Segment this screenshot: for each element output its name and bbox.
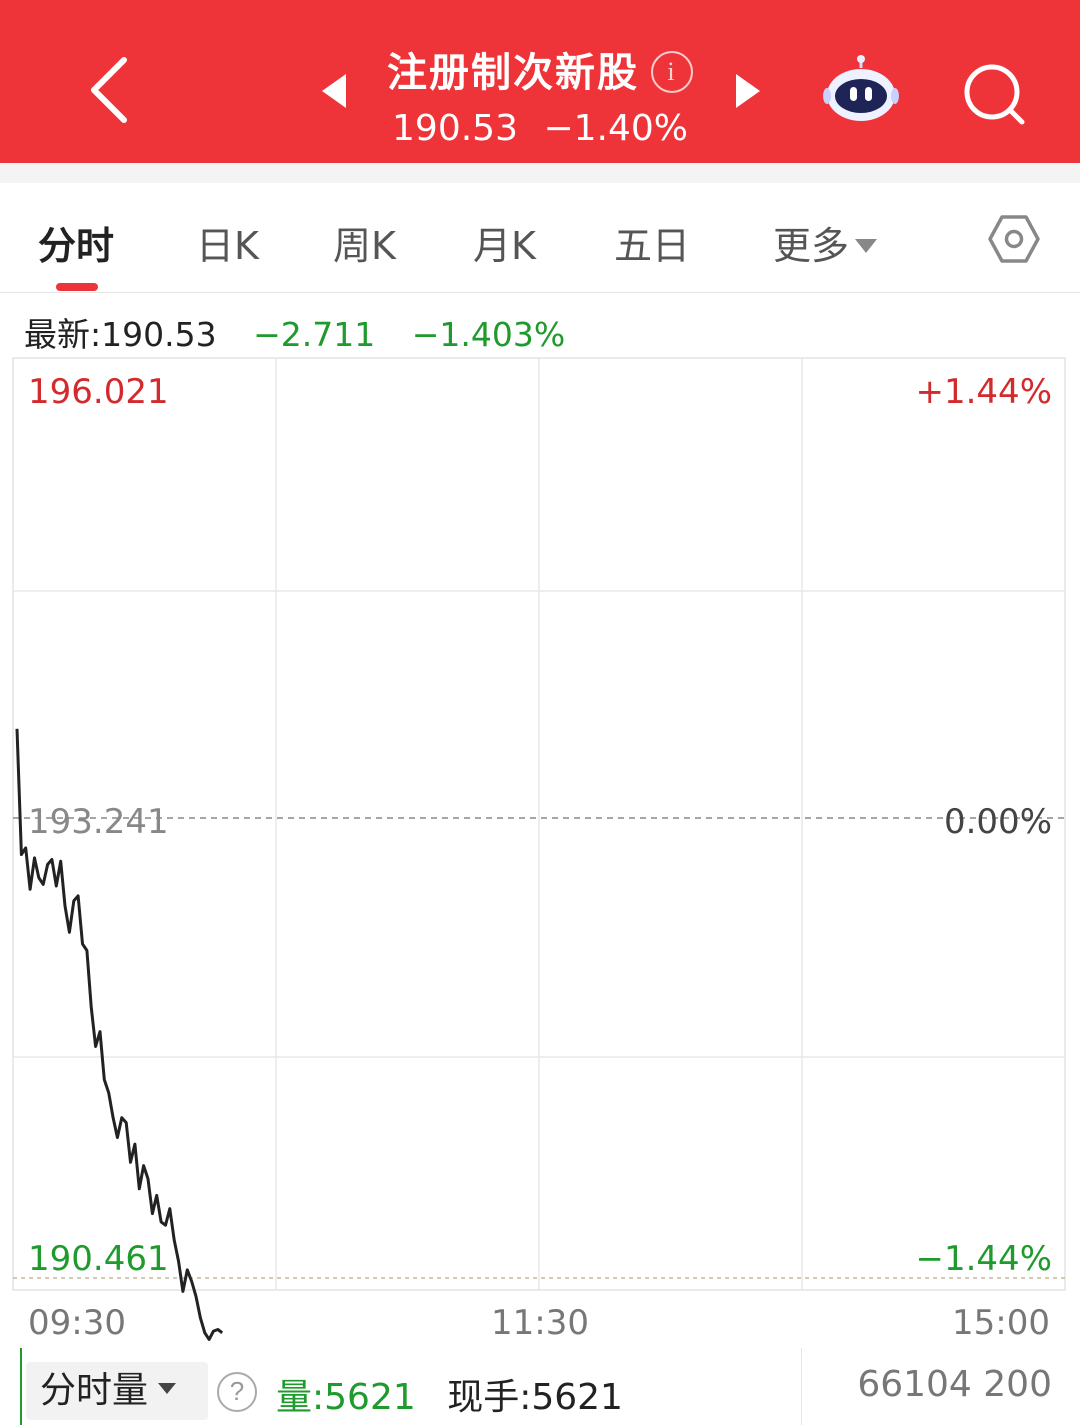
header-gap [0, 163, 1080, 183]
caret-down-icon [158, 1383, 177, 1394]
pct-axis-mid-label: 0.00% [944, 802, 1052, 842]
back-button[interactable] [78, 52, 142, 128]
volume-panel-header: 分时量 ? 量:5621 现手:5621 66104 200 [0, 1348, 1080, 1425]
y-axis-mid-label: 193.241 [28, 802, 169, 842]
x-axis-label-open: 09:30 [28, 1303, 126, 1343]
volume-indicator-selector[interactable]: 分时量 [26, 1362, 208, 1420]
chevron-left-icon [91, 57, 127, 123]
active-tab-indicator [56, 283, 98, 291]
y-axis-top-label: 196.021 [28, 372, 169, 412]
tab-daily-k[interactable]: 日K [196, 215, 259, 270]
index-name: 注册制次新股 [387, 50, 639, 96]
volume-readout: 量:5621 现手:5621 [276, 1368, 623, 1420]
search-button[interactable] [962, 62, 1028, 128]
info-icon[interactable]: i [651, 51, 693, 93]
intraday-chart[interactable]: 196.021 193.241 190.461 +1.44% 0.00% −1.… [0, 340, 1080, 1348]
index-price: 190.53 [392, 108, 518, 149]
assistant-button[interactable] [822, 52, 900, 124]
volume-selector-label: 分时量 [40, 1370, 149, 1411]
y-axis-bottom-label: 190.461 [28, 1239, 169, 1279]
current-hand-value: 现手:5621 [447, 1377, 623, 1418]
help-icon[interactable]: ? [217, 1372, 257, 1412]
chart-settings-button[interactable] [988, 213, 1040, 265]
search-icon [964, 64, 1025, 125]
app-header: 注册制次新股 i 190.53 −1.40% [0, 0, 1080, 163]
x-axis-label-mid: 11:30 [491, 1303, 589, 1343]
index-title: 注册制次新股 i [300, 40, 780, 98]
caret-down-icon [855, 239, 878, 253]
tab-more-label: 更多 [773, 224, 850, 268]
volume-max-label: 66104 200 [857, 1364, 1052, 1405]
chart-grid [12, 357, 1066, 1291]
volume-value: 量:5621 [276, 1377, 416, 1418]
pct-axis-bottom-label: −1.44% [916, 1239, 1053, 1279]
index-change-pct: −1.40% [543, 108, 688, 149]
x-axis-label-close: 15:00 [952, 1303, 1050, 1343]
next-index-button[interactable] [736, 74, 760, 108]
tab-monthly-k[interactable]: 月K [473, 215, 536, 270]
volume-left-marker [20, 1348, 22, 1425]
index-quote: 190.53 −1.40% [300, 108, 780, 149]
pct-axis-top-label: +1.44% [916, 372, 1053, 412]
hexagon-settings-icon [988, 215, 1040, 263]
robot-icon [823, 55, 899, 121]
tab-five-day[interactable]: 五日 [614, 215, 690, 270]
tab-weekly-k[interactable]: 周K [333, 215, 396, 270]
title-block: 注册制次新股 i 190.53 −1.40% [300, 30, 780, 160]
tab-more[interactable]: 更多 [773, 215, 878, 270]
tab-intraday[interactable]: 分时 [38, 215, 114, 270]
volume-grid-divider [801, 1348, 802, 1425]
chart-period-tabs: 分时 日K 周K 月K 五日 更多 [0, 183, 1080, 293]
